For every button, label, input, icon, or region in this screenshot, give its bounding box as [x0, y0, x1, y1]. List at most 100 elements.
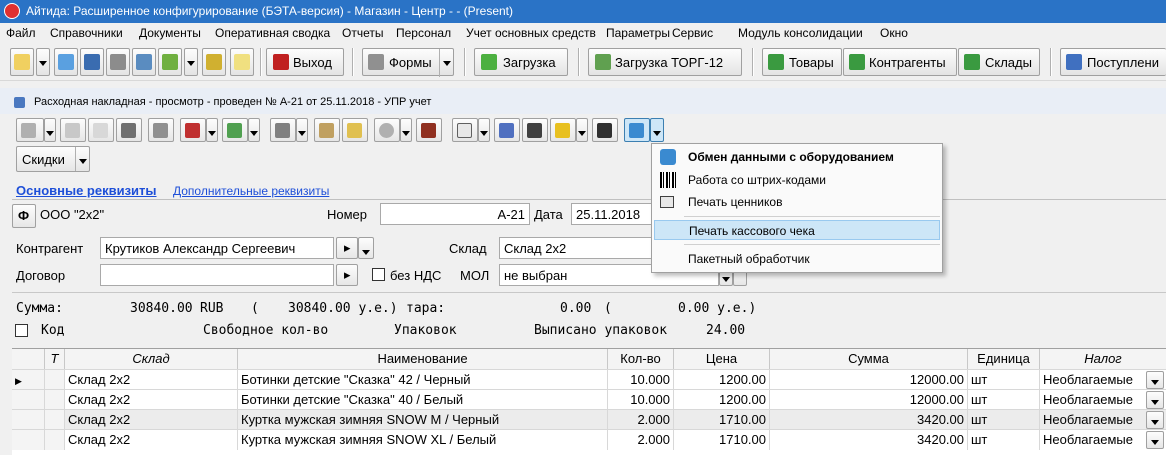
- folder-button[interactable]: [54, 48, 78, 76]
- doc-qr-button[interactable]: [592, 118, 618, 142]
- arrow-right-icon: ▸: [344, 240, 351, 255]
- discounts-button[interactable]: Скидки: [16, 146, 90, 172]
- contractor-dropdown[interactable]: [358, 237, 374, 259]
- date-field[interactable]: 25.11.2018: [571, 203, 653, 225]
- goods-button[interactable]: Товары: [762, 48, 842, 76]
- settings-button[interactable]: [132, 48, 156, 76]
- tree-button[interactable]: [80, 48, 104, 76]
- table-row[interactable]: ▶ Склад 2х2 Ботинки детские "Сказка" 42 …: [12, 369, 1166, 390]
- menu-personnel[interactable]: Персонал: [396, 26, 451, 40]
- menu-parameters[interactable]: Параметры: [606, 26, 670, 40]
- notes-button[interactable]: [230, 48, 254, 76]
- table-header-name[interactable]: Наименование: [238, 349, 608, 369]
- contract-select-button[interactable]: ▸: [336, 264, 358, 286]
- table-header-sum[interactable]: Сумма: [770, 349, 968, 369]
- doc-list-button[interactable]: [16, 118, 44, 142]
- menu-reference[interactable]: Справочники: [50, 26, 123, 40]
- table-header-warehouse[interactable]: Склад: [65, 349, 238, 369]
- doc-export-button[interactable]: [180, 118, 206, 142]
- arrow-button[interactable]: [202, 48, 226, 76]
- menu-item-cash-receipt[interactable]: Печать кассового чека: [654, 220, 940, 240]
- toolbar-separator: [260, 48, 262, 76]
- menu-file[interactable]: Файл: [6, 26, 36, 40]
- doc-mail-button[interactable]: [452, 118, 478, 142]
- table-row[interactable]: Склад 2х2 Куртка мужская зимняя SNOW M /…: [12, 409, 1166, 430]
- menu-window[interactable]: Окно: [880, 26, 908, 40]
- qr-code-icon: [597, 123, 612, 138]
- menu-service[interactable]: Сервис: [672, 26, 713, 40]
- mail-button[interactable]: [10, 48, 34, 76]
- org-button[interactable]: Ф: [12, 204, 36, 228]
- doc-equipment-button[interactable]: [624, 118, 650, 142]
- menu-item-equipment-exchange[interactable]: Обмен данными с оборудованием: [654, 147, 940, 167]
- menu-item-batch-processor[interactable]: Пакетный обработчик: [654, 249, 940, 269]
- load-torg12-button[interactable]: Загрузка ТОРГ-12: [588, 48, 742, 76]
- tab-main-requisites[interactable]: Основные реквизиты: [16, 183, 157, 198]
- tools-button[interactable]: [158, 48, 182, 76]
- doc-globe-button[interactable]: [374, 118, 400, 142]
- row-tax-dropdown[interactable]: [1146, 391, 1164, 409]
- table-row[interactable]: Склад 2х2 Куртка мужская зимняя SNOW XL …: [12, 429, 1166, 450]
- doc-discount-dropdown[interactable]: [248, 118, 260, 142]
- row-tax-dropdown[interactable]: [1146, 431, 1164, 449]
- doc-undo-button[interactable]: [494, 118, 520, 142]
- doc-refresh-button[interactable]: [116, 118, 142, 142]
- exit-button[interactable]: Выход: [266, 48, 344, 76]
- doc-book-button[interactable]: [416, 118, 442, 142]
- printer-icon: [110, 54, 126, 70]
- print-button[interactable]: [106, 48, 130, 76]
- contract-field[interactable]: [100, 264, 334, 286]
- no-vat-checkbox[interactable]: [372, 268, 385, 281]
- doc-wallet-button[interactable]: [550, 118, 576, 142]
- number-field[interactable]: А-21: [380, 203, 530, 225]
- folder-icon: [347, 123, 362, 138]
- table-header-tax[interactable]: Налог: [1040, 349, 1166, 369]
- code-label: Код: [41, 323, 65, 338]
- doc-table-button[interactable]: [60, 118, 86, 142]
- mail-dropdown[interactable]: [36, 48, 50, 76]
- menu-fixed-assets[interactable]: Учет основных средств: [466, 26, 596, 40]
- doc-paste-button[interactable]: [314, 118, 340, 142]
- doc-wallet-dropdown[interactable]: [576, 118, 588, 142]
- doc-copy-button[interactable]: [88, 118, 114, 142]
- row-tax-dropdown[interactable]: [1146, 411, 1164, 429]
- table-header-qty[interactable]: Кол-во: [608, 349, 674, 369]
- doc-columns-button[interactable]: [522, 118, 548, 142]
- forms-button[interactable]: Формы: [362, 48, 454, 77]
- receipts-button[interactable]: Поступлени: [1060, 48, 1166, 76]
- doc-equipment-dropdown[interactable]: [650, 118, 664, 142]
- table-header-type[interactable]: Т: [45, 349, 65, 369]
- doc-cut-button[interactable]: [148, 118, 174, 142]
- table-row[interactable]: Склад 2х2 Ботинки детские "Сказка" 40 / …: [12, 389, 1166, 410]
- row-unit-cell: шт: [968, 430, 1040, 450]
- warehouse-field[interactable]: Склад 2х2: [499, 237, 653, 259]
- menu-consolidation[interactable]: Модуль консолидации: [738, 26, 863, 40]
- menu-summary[interactable]: Оперативная сводка: [215, 26, 330, 40]
- menu-item-price-tags[interactable]: Печать ценников: [654, 192, 940, 212]
- warehouses-button[interactable]: Склады: [958, 48, 1040, 76]
- contractors-button[interactable]: Контрагенты: [843, 48, 957, 76]
- table-header-unit[interactable]: Единица: [968, 349, 1040, 369]
- doc-globe-dropdown[interactable]: [400, 118, 412, 142]
- row-tax-dropdown[interactable]: [1146, 371, 1164, 389]
- contractor-field[interactable]: Крутиков Александр Сергеевич: [100, 237, 334, 259]
- code-checkbox[interactable]: [15, 324, 28, 337]
- doc-export-dropdown[interactable]: [206, 118, 218, 142]
- doc-list-dropdown[interactable]: [44, 118, 56, 142]
- table-header-price[interactable]: Цена: [674, 349, 770, 369]
- undo-icon: [499, 123, 514, 138]
- doc-discount-button[interactable]: [222, 118, 248, 142]
- doc-print-dropdown[interactable]: [296, 118, 308, 142]
- doc-mail-dropdown[interactable]: [478, 118, 490, 142]
- contractor-select-button[interactable]: ▸: [336, 237, 358, 259]
- load-button[interactable]: Загрузка: [474, 48, 568, 76]
- tab-extra-requisites[interactable]: Дополнительные реквизиты: [173, 184, 329, 198]
- doc-print-button[interactable]: [270, 118, 296, 142]
- tools-dropdown[interactable]: [184, 48, 198, 76]
- menu-reports[interactable]: Отчеты: [342, 26, 383, 40]
- menu-documents[interactable]: Документы: [139, 26, 201, 40]
- row-warehouse-cell: Склад 2х2: [65, 410, 238, 430]
- doc-open-button[interactable]: [342, 118, 368, 142]
- menu-item-barcodes[interactable]: Работа со штрих-кодами: [654, 170, 940, 190]
- summary-divider: [12, 292, 1166, 293]
